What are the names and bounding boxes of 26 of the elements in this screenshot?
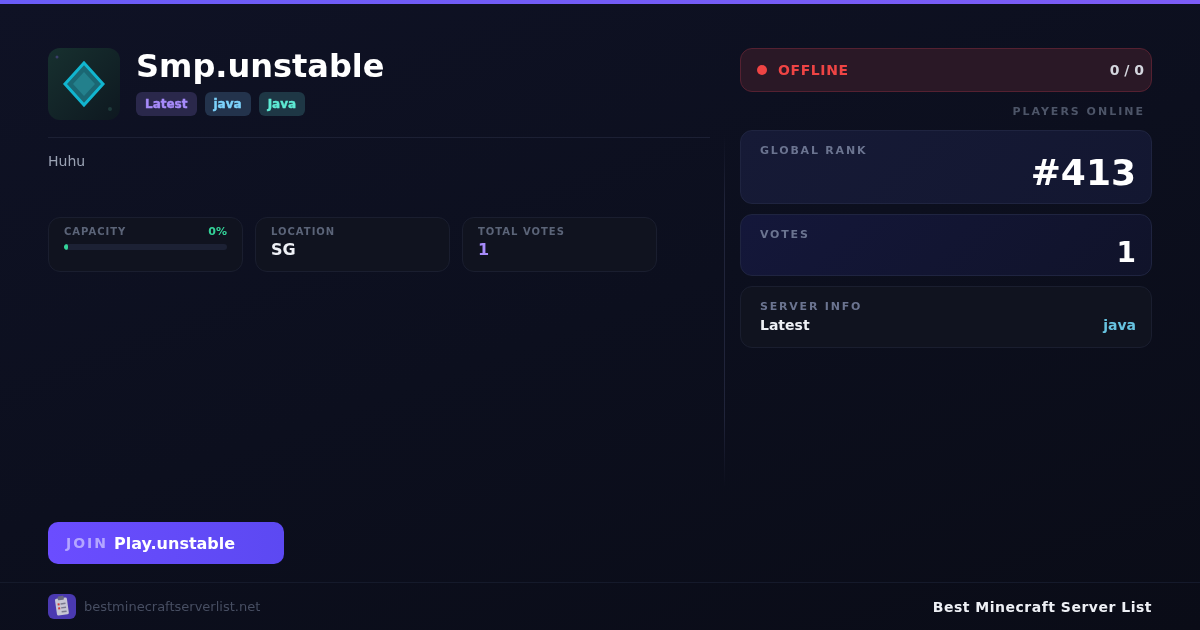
stat-label: LOCATION	[271, 225, 337, 239]
stat-value: SG	[271, 240, 297, 260]
description-text: Huhu	[48, 152, 87, 170]
status-dot-icon	[757, 65, 767, 75]
server-name: Smp.unstable	[136, 48, 385, 84]
info-label: SERVER INFO	[760, 300, 864, 314]
tag-label: Java	[267, 98, 297, 110]
votes-label: VOTES	[760, 228, 811, 242]
join-button[interactable]: JOIN Play.unstable	[48, 522, 284, 564]
version-text: Latest	[760, 316, 810, 334]
stat-value: 1	[478, 240, 491, 260]
status-label: OFFLINE	[778, 62, 849, 78]
brand-text: Best Minecraft Server List	[932, 598, 1152, 615]
votes-value: 1	[1115, 238, 1136, 268]
clipboard-icon	[48, 592, 76, 621]
platform-text: java	[1103, 316, 1136, 334]
rank-label: GLOBAL RANK	[760, 144, 869, 158]
player-count: 0 / 0	[1109, 62, 1144, 78]
stat-reading: 0%	[208, 225, 227, 239]
rank-value: #413	[1029, 153, 1136, 193]
domain-text: bestminecraftserverlist.net	[84, 599, 261, 614]
tag-label: java	[213, 98, 242, 110]
stat-label: CAPACITY	[64, 225, 127, 239]
tag-label: Latest	[145, 98, 188, 110]
players-caption: PLAYERS ONLINE	[1011, 105, 1145, 119]
stat-label: TOTAL VOTES	[478, 225, 566, 239]
